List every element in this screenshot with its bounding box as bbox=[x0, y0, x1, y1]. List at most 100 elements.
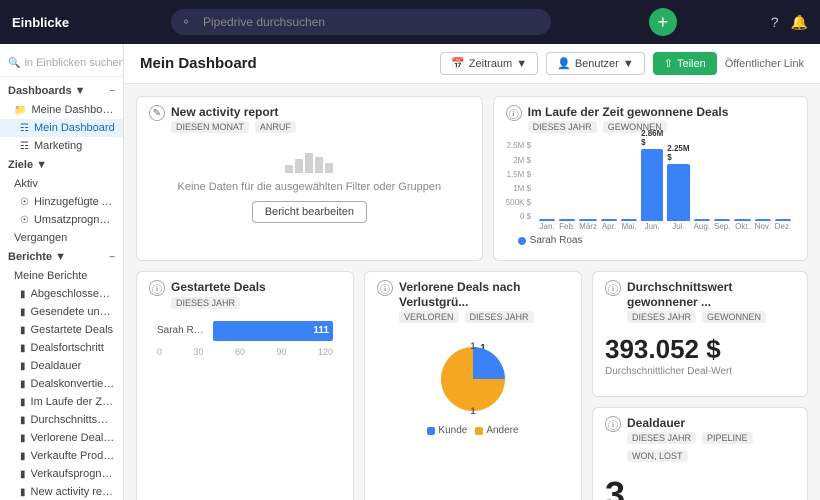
bar-label: Feb. bbox=[559, 222, 575, 231]
add-button[interactable]: + bbox=[649, 8, 677, 36]
sidebar-item-label: Meine Berichte bbox=[14, 270, 87, 282]
gestartete-deals-card: ⓘ Gestartete Deals DIESES JAHR Sarah Roa… bbox=[136, 271, 354, 500]
zeitraum-button[interactable]: 📅 Zeitraum ▼ bbox=[440, 52, 538, 75]
bar-label: Jun. bbox=[645, 222, 660, 231]
empty-state-text: Keine Daten für die ausgewählten Filter … bbox=[178, 181, 442, 193]
sidebar-item-marketing[interactable]: ☶ Marketing bbox=[0, 137, 123, 155]
pie-chart: 1 bbox=[433, 339, 513, 419]
help-icon-btn[interactable]: ? bbox=[771, 14, 779, 30]
sidebar-item-dealskonvertierung[interactable]: ▮ Dealskonvertierung bbox=[0, 375, 123, 393]
sidebar-section-ziele[interactable]: Ziele ▼ bbox=[0, 155, 123, 175]
y-label-2: 2M $ bbox=[513, 156, 531, 165]
h-bar-label: Sarah Roas bbox=[157, 325, 207, 336]
sidebar-item-verlorene[interactable]: ▮ Verlorene Deals nach Ve... bbox=[0, 429, 123, 447]
sidebar-item-gestartete[interactable]: ▮ Gestartete Deals bbox=[0, 321, 123, 339]
zeitraum-chevron: ▼ bbox=[516, 58, 527, 70]
layout: 🔍 + Dashboards ▼ − 📁 Meine Dashboards ☶ … bbox=[0, 44, 820, 500]
svg-text:1: 1 bbox=[470, 406, 475, 416]
sidebar-item-umsatzprognose[interactable]: ☉ Umsatzprognose Sarah ... bbox=[0, 211, 123, 229]
sidebar-item-mein-dashboard[interactable]: ☶ Mein Dashboard bbox=[0, 119, 123, 137]
sidebar-item-verkaufsprognose[interactable]: ▮ Verkaufsprognose bbox=[0, 465, 123, 483]
sidebar-item-label: Marketing bbox=[34, 140, 82, 152]
sidebar-item-aktiv[interactable]: Aktiv bbox=[0, 175, 123, 193]
sidebar-item-label: Gesendete und empfan... bbox=[31, 306, 115, 318]
collapse-icon-dashboards: − bbox=[109, 86, 115, 97]
sidebar-search-input[interactable] bbox=[24, 57, 124, 69]
benutzer-button[interactable]: 👤 Benutzer ▼ bbox=[546, 52, 645, 75]
global-search[interactable]: ⚬ bbox=[171, 9, 551, 35]
report-icon-2: ▮ bbox=[20, 307, 26, 318]
info-icon-gestartete: ⓘ bbox=[149, 280, 165, 296]
avg-sub2: GEWONNEN bbox=[702, 311, 766, 323]
activity-report-card: ✎ New activity report DIESEN MONAT ANRUF bbox=[136, 96, 483, 261]
main-header: Mein Dashboard 📅 Zeitraum ▼ 👤 Benutzer ▼… bbox=[124, 44, 820, 84]
public-link[interactable]: Öffentlicher Link bbox=[725, 58, 804, 70]
grid-row-2: ⓘ Gestartete Deals DIESES JAHR Sarah Roa… bbox=[136, 271, 808, 500]
dur-sub2: PIPELINE bbox=[702, 432, 753, 444]
gestartete-subtitle: DIESES JAHR bbox=[171, 297, 266, 309]
report-icon-11: ▮ bbox=[20, 469, 26, 480]
sidebar-item-dealdauer[interactable]: ▮ Dealdauer bbox=[0, 357, 123, 375]
sidebar-item-verkaufte[interactable]: ▮ Verkaufte Produkte bbox=[0, 447, 123, 465]
report-icon-4: ▮ bbox=[20, 343, 26, 354]
sidebar-search-icon: 🔍 bbox=[8, 58, 20, 69]
deals-over-time-title: Im Laufe der Zeit gewonnene Deals bbox=[528, 105, 729, 119]
notification-icon-btn[interactable]: 🔔 bbox=[791, 14, 808, 31]
avg-title: Durchschnittswert gewonnener ... bbox=[627, 280, 795, 309]
y-label-5: 500K $ bbox=[506, 198, 531, 207]
sidebar-item-abgeschlossene[interactable]: ▮ Abgeschlossene und ge... bbox=[0, 285, 123, 303]
sidebar-item-gesendete[interactable]: ▮ Gesendete und empfan... bbox=[0, 303, 123, 321]
sidebar-section-ziele-label: Ziele ▼ bbox=[8, 159, 47, 171]
teilen-button[interactable]: ⇧ Teilen bbox=[653, 52, 717, 75]
duration-subtitle: DIESES JAHR PIPELINE WON, LOST bbox=[627, 432, 795, 462]
search-input[interactable] bbox=[171, 9, 551, 35]
sidebar-item-label: Dealskonvertierung bbox=[31, 378, 115, 390]
sidebar-item-label: Mein Dashboard bbox=[34, 122, 115, 134]
sidebar-section-berichte[interactable]: Berichte ▼ − bbox=[0, 247, 123, 267]
activity-empty-state: Keine Daten für die ausgewählten Filter … bbox=[137, 137, 482, 239]
avg-body: 393.052 $ Durchschnittlicher Deal-Wert bbox=[593, 327, 807, 387]
sidebar-item-im-laufe[interactable]: ▮ Im Laufe der Zeit gew... bbox=[0, 393, 123, 411]
h-bar-fill: 111 bbox=[213, 321, 333, 341]
sidebar-item-label: Abgeschlossene und ge... bbox=[31, 288, 115, 300]
sidebar-section-dashboards[interactable]: Dashboards ▼ − bbox=[0, 81, 123, 101]
info-icon-verlorene: ⓘ bbox=[377, 280, 393, 296]
report-icon-12: ▮ bbox=[20, 487, 26, 498]
sidebar: 🔍 + Dashboards ▼ − 📁 Meine Dashboards ☶ … bbox=[0, 44, 124, 500]
bar-fill bbox=[621, 219, 637, 221]
sidebar-item-label: Meine Dashboards bbox=[31, 104, 115, 116]
sidebar-item-meine-dashboards[interactable]: 📁 Meine Dashboards bbox=[0, 101, 123, 119]
bar-fill-jun bbox=[641, 149, 663, 221]
bar-dez: Dez. bbox=[775, 219, 791, 231]
sidebar-search[interactable]: 🔍 + bbox=[0, 50, 123, 77]
edit-report-button[interactable]: Bericht bearbeiten bbox=[252, 201, 367, 223]
page-title: Mein Dashboard bbox=[140, 55, 257, 72]
verlorene-header: ⓘ Verlorene Deals nach Verlustgrü... VER… bbox=[365, 272, 581, 327]
pie-legend: Kunde Andere bbox=[427, 425, 518, 436]
legend-item-andere: Andere bbox=[475, 425, 518, 436]
sidebar-item-hinzugefuegte[interactable]: ☉ Hinzugefügte Aktivitäte... bbox=[0, 193, 123, 211]
report-icon-3: ▮ bbox=[20, 325, 26, 336]
axis-90: 90 bbox=[276, 347, 286, 357]
chart-container: 2.5M $ 2M $ 1.5M $ 1M $ 500K $ 0 $ bbox=[506, 141, 795, 231]
sidebar-item-new-activity[interactable]: ▮ New activity report bbox=[0, 483, 123, 500]
sidebar-item-durchschnitt[interactable]: ▮ Durchschnittswert gew... bbox=[0, 411, 123, 429]
sidebar-item-dealsfortschritt[interactable]: ▮ Dealsfortschritt bbox=[0, 339, 123, 357]
bar-mai: Mai. bbox=[621, 219, 637, 231]
sidebar-item-vergangen[interactable]: Vergangen bbox=[0, 229, 123, 247]
h-bar-row: Sarah Roas 111 bbox=[157, 321, 333, 341]
legend-label-kunde: Kunde bbox=[438, 425, 467, 436]
bar-nov: Nov. bbox=[755, 219, 771, 231]
bar-label: März bbox=[579, 222, 597, 231]
duration-title: Dealdauer bbox=[627, 416, 795, 430]
duration-body: 3 Tage (Durchschnitt) bbox=[593, 466, 807, 500]
grid-row-1: ✎ New activity report DIESEN MONAT ANRUF bbox=[136, 96, 808, 261]
verlorene-deals-card: ⓘ Verlorene Deals nach Verlustgrü... VER… bbox=[364, 271, 582, 500]
axis-60: 60 bbox=[235, 347, 245, 357]
sidebar-item-meine-berichte[interactable]: Meine Berichte bbox=[0, 267, 123, 285]
bar-label: Apr. bbox=[602, 222, 616, 231]
report-icon: ▮ bbox=[20, 289, 26, 300]
bar-apr: Apr. bbox=[601, 219, 617, 231]
duration-header: ⓘ Dealdauer DIESES JAHR PIPELINE WON, LO… bbox=[593, 408, 807, 466]
bar-label: Nov. bbox=[755, 222, 771, 231]
